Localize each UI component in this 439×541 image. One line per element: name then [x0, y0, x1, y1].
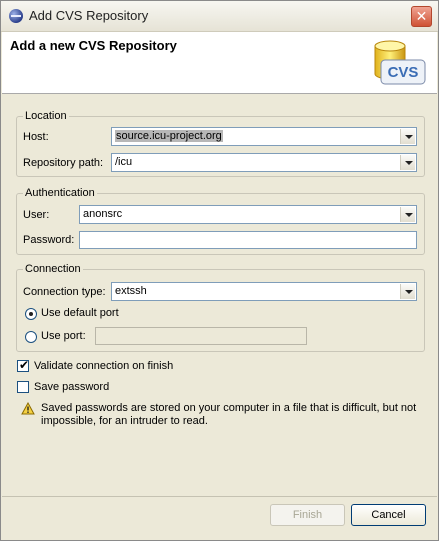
window-title: Add CVS Repository	[29, 8, 149, 23]
use-default-port-label[interactable]: Use default port	[41, 307, 119, 319]
connection-type-value: extssh	[115, 285, 147, 297]
dialog-window: Add CVS Repository ✕ Add a new CVS Repos…	[0, 0, 439, 541]
cancel-button[interactable]: Cancel	[351, 504, 426, 526]
password-field[interactable]	[79, 231, 417, 249]
finish-button[interactable]: Finish	[270, 504, 345, 526]
port-field[interactable]	[95, 327, 307, 345]
host-combo[interactable]: source.icu-project.org	[111, 127, 417, 146]
save-password-label[interactable]: Save password	[34, 381, 109, 393]
warning-icon	[21, 401, 35, 418]
authentication-group: Authentication User: anonsrc Password:	[16, 187, 425, 255]
connection-legend: Connection	[23, 263, 83, 275]
repository-path-value: /icu	[115, 156, 133, 168]
connection-dropdown-arrow-icon[interactable]	[400, 284, 415, 299]
repository-path-label: Repository path:	[23, 157, 104, 169]
user-value: anonsrc	[83, 208, 123, 220]
password-label: Password:	[23, 234, 75, 246]
host-dropdown-arrow-icon[interactable]	[400, 129, 415, 144]
title-bar[interactable]: Add CVS Repository ✕	[1, 1, 438, 32]
validate-connection-label[interactable]: Validate connection on finish	[34, 360, 173, 372]
use-port-radio[interactable]	[25, 331, 37, 343]
host-label: Host:	[23, 131, 49, 143]
checkmark-icon: ✔	[19, 358, 30, 372]
page-title: Add a new CVS Repository	[10, 38, 177, 53]
cvs-repository-icon: CVS	[367, 36, 427, 90]
cvs-logo-text: CVS	[388, 64, 419, 81]
connection-group: Connection Connection type: extssh Use d…	[16, 263, 425, 352]
authentication-legend: Authentication	[23, 187, 97, 199]
eclipse-icon	[9, 9, 23, 23]
connection-type-combo[interactable]: extssh	[111, 282, 417, 301]
path-dropdown-arrow-icon[interactable]	[400, 155, 415, 170]
location-group: Location Host: source.icu-project.org Re…	[16, 110, 425, 177]
password-warning-text: Saved passwords are stored on your compu…	[41, 402, 417, 427]
wizard-header: Add a new CVS Repository CVS	[2, 32, 437, 94]
use-port-label[interactable]: Use port:	[41, 330, 86, 342]
user-combo[interactable]: anonsrc	[79, 205, 417, 224]
connection-type-label: Connection type:	[23, 286, 106, 298]
use-default-port-radio[interactable]	[25, 308, 37, 320]
close-button[interactable]: ✕	[411, 6, 432, 27]
validate-connection-checkbox[interactable]: ✔	[17, 358, 30, 372]
save-password-checkbox[interactable]	[17, 381, 29, 393]
user-dropdown-arrow-icon[interactable]	[400, 207, 415, 222]
host-value: source.icu-project.org	[115, 130, 223, 142]
repository-path-combo[interactable]: /icu	[111, 153, 417, 172]
user-label: User:	[23, 209, 50, 221]
button-bar-divider	[2, 496, 437, 497]
location-legend: Location	[23, 110, 69, 122]
